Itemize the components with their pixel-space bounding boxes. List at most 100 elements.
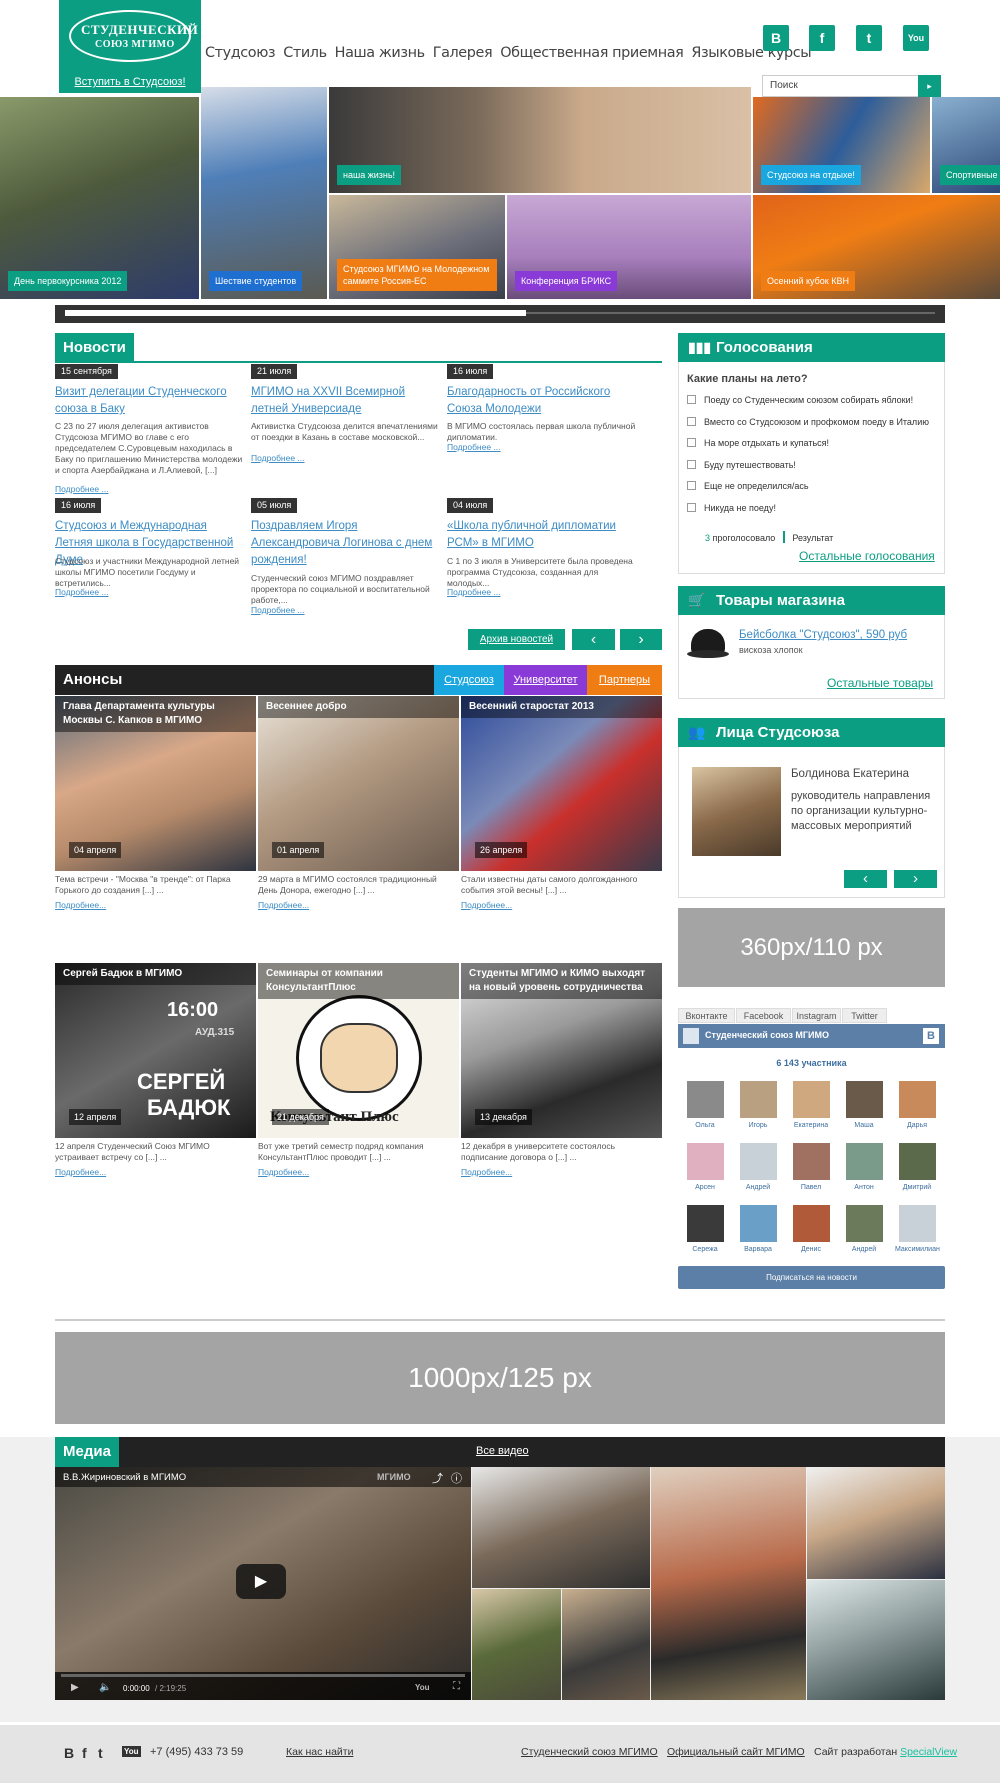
footer-mgimo-link[interactable]: Официальный сайт МГИМО bbox=[667, 1746, 805, 1758]
news-title-link[interactable]: Поздравляем Игоря Александровича Логинов… bbox=[251, 518, 441, 569]
youtube-logo-icon[interactable]: You bbox=[415, 1683, 430, 1692]
announce-more-link[interactable]: Подробнее... bbox=[55, 1167, 106, 1177]
social-tab-instagram[interactable]: Instagram bbox=[792, 1008, 841, 1023]
share-icon[interactable]: ⤴ bbox=[432, 1470, 443, 1486]
join-link[interactable]: Вступить в Студсоюз! bbox=[59, 72, 201, 93]
wide-ad-placeholder[interactable]: 1000px/125 px bbox=[55, 1332, 945, 1424]
poll-option[interactable]: Поеду со Студенческим союзом собирать яб… bbox=[687, 395, 913, 405]
announce-more-link[interactable]: Подробнее... bbox=[461, 1167, 512, 1177]
shop-item-link[interactable]: Бейсболка "Студсоюз", 590 руб bbox=[739, 629, 907, 641]
media-thumb[interactable] bbox=[651, 1467, 806, 1700]
vk-member[interactable]: Андрей bbox=[842, 1205, 886, 1253]
twitter-icon[interactable]: t bbox=[856, 25, 882, 51]
vk-member[interactable]: Андрей bbox=[736, 1143, 780, 1191]
media-thumb[interactable] bbox=[807, 1467, 945, 1579]
vk-member[interactable]: Дарья bbox=[895, 1081, 939, 1129]
news-title-link[interactable]: «Школа публичной дипломатии РСМ» в МГИМО bbox=[447, 518, 637, 552]
tab-partners[interactable]: Партнеры bbox=[587, 665, 662, 695]
search-input[interactable]: Поиск bbox=[762, 75, 941, 97]
footer-studsoyuz-link[interactable]: Студенческий союз МГИМО bbox=[521, 1746, 658, 1758]
news-title-link[interactable]: Благодарность от Российского Союза Молод… bbox=[447, 384, 637, 418]
announce-card[interactable]: Весеннее добро 01 апреля bbox=[258, 696, 459, 871]
nav-item-language-courses[interactable]: Языковые курсы bbox=[691, 45, 811, 61]
vk-member[interactable]: Антон bbox=[842, 1143, 886, 1191]
news-more-link[interactable]: Подробнее ... bbox=[251, 605, 305, 615]
vk-member[interactable]: Игорь bbox=[736, 1081, 780, 1129]
nav-item-gallery[interactable]: Галерея bbox=[433, 45, 493, 61]
footer-how-to-find-link[interactable]: Как нас найти bbox=[286, 1746, 353, 1758]
media-thumb[interactable] bbox=[562, 1589, 650, 1700]
media-thumb[interactable] bbox=[807, 1580, 945, 1700]
media-thumb[interactable] bbox=[472, 1589, 561, 1700]
slide-photo-2[interactable]: Шествие студентов bbox=[201, 87, 327, 299]
footer-facebook-icon[interactable]: f bbox=[82, 1745, 87, 1761]
social-tab-facebook[interactable]: Facebook bbox=[736, 1008, 791, 1023]
vk-member[interactable]: Денис bbox=[789, 1205, 833, 1253]
news-next-button[interactable]: › bbox=[620, 629, 662, 650]
slide-photo-1[interactable]: День первокурсника 2012 bbox=[0, 97, 199, 299]
info-icon[interactable]: ⓘ bbox=[451, 1470, 462, 1486]
checkbox[interactable] bbox=[687, 395, 696, 404]
tab-studsoyuz[interactable]: Студсоюз bbox=[434, 665, 504, 695]
media-thumb[interactable] bbox=[472, 1467, 650, 1588]
announce-card[interactable]: Глава Департамента культуры Москвы С. Ка… bbox=[55, 696, 256, 871]
cap-image[interactable] bbox=[687, 626, 729, 660]
youtube-icon[interactable]: You bbox=[903, 25, 929, 51]
checkbox[interactable] bbox=[687, 460, 696, 469]
vk-member[interactable]: Маша bbox=[842, 1081, 886, 1129]
poll-option[interactable]: Буду путешествовать! bbox=[687, 460, 796, 470]
vk-member[interactable]: Сережа bbox=[683, 1205, 727, 1253]
face-photo[interactable] bbox=[692, 767, 781, 856]
announce-card[interactable]: Весенний старостат 2013 26 апреля bbox=[461, 696, 662, 871]
play-icon[interactable]: ▶ bbox=[236, 1564, 286, 1599]
announce-more-link[interactable]: Подробнее... bbox=[258, 900, 309, 910]
checkbox[interactable] bbox=[687, 438, 696, 447]
slide-photo-4[interactable]: Студсоюз МГИМО на Молодежном саммите Рос… bbox=[329, 195, 505, 299]
poll-option[interactable]: На море отдыхать и купаться! bbox=[687, 438, 829, 448]
announce-more-link[interactable]: Подробнее... bbox=[55, 900, 106, 910]
social-tab-vk[interactable]: Вконтакте bbox=[678, 1008, 735, 1023]
footer-youtube-icon[interactable]: You bbox=[122, 1746, 141, 1757]
footer-dev-link[interactable]: SpecialView bbox=[900, 1746, 957, 1758]
social-tab-twitter[interactable]: Twitter bbox=[842, 1008, 887, 1023]
poll-option[interactable]: Никуда не поеду! bbox=[687, 503, 776, 513]
announce-card[interactable]: Консультант Плюс Семинары от компании Ко… bbox=[258, 963, 459, 1138]
poll-option[interactable]: Вместо со Студсоюзом и профкомом поеду в… bbox=[687, 417, 929, 427]
slide-photo-5[interactable]: Конференция БРИКС bbox=[507, 195, 751, 299]
slider-progress[interactable] bbox=[55, 305, 945, 323]
video-scrubber[interactable] bbox=[61, 1674, 465, 1677]
vk-group-name[interactable]: Студенческий союз МГИМО bbox=[705, 1030, 829, 1040]
all-video-link[interactable]: Все видео bbox=[476, 1445, 529, 1457]
vk-member[interactable]: Дмитрий bbox=[895, 1143, 939, 1191]
vk-member[interactable]: Максимилиан bbox=[895, 1205, 940, 1253]
vk-member[interactable]: Варвара bbox=[736, 1205, 780, 1253]
shop-all-link[interactable]: Остальные товары bbox=[827, 676, 933, 690]
slide-photo-7[interactable]: Спортивные bbox=[932, 97, 1000, 193]
vk-subscribe-button[interactable]: Подписаться на новости bbox=[678, 1266, 945, 1289]
news-more-link[interactable]: Подробнее ... bbox=[447, 442, 501, 452]
announce-more-link[interactable]: Подробнее... bbox=[258, 1167, 309, 1177]
footer-twitter-icon[interactable]: t bbox=[98, 1745, 103, 1761]
vk-member[interactable]: Павел bbox=[789, 1143, 833, 1191]
nav-item-reception[interactable]: Общественная приемная bbox=[500, 45, 684, 61]
faces-prev-button[interactable]: ‹ bbox=[844, 870, 887, 888]
checkbox[interactable] bbox=[687, 503, 696, 512]
checkbox[interactable] bbox=[687, 417, 696, 426]
poll-result-link[interactable]: Результат bbox=[792, 533, 833, 543]
nav-item-style[interactable]: Стиль bbox=[283, 45, 327, 61]
poll-all-link[interactable]: Остальные голосования bbox=[799, 549, 935, 563]
news-more-link[interactable]: Подробнее ... bbox=[55, 484, 109, 494]
video-title[interactable]: В.В.Жириновский в МГИМО bbox=[63, 1472, 186, 1483]
news-prev-button[interactable]: ‹ bbox=[572, 629, 615, 650]
vk-member[interactable]: Ольга bbox=[683, 1081, 727, 1129]
fullscreen-icon[interactable]: ⛶ bbox=[453, 1681, 460, 1692]
news-more-link[interactable]: Подробнее ... bbox=[447, 587, 501, 597]
poll-option[interactable]: Еще не определился/ась bbox=[687, 481, 809, 491]
nav-item-studsoyuz[interactable]: Студсоюз bbox=[205, 45, 276, 61]
vk-icon[interactable]: В bbox=[763, 25, 789, 51]
news-archive-button[interactable]: Архив новостей bbox=[468, 629, 565, 650]
side-ad-placeholder[interactable]: 360px/110 px bbox=[678, 908, 945, 987]
news-more-link[interactable]: Подробнее ... bbox=[55, 587, 109, 597]
news-more-link[interactable]: Подробнее ... bbox=[251, 453, 305, 463]
volume-icon[interactable]: 🔈 bbox=[99, 1682, 111, 1693]
